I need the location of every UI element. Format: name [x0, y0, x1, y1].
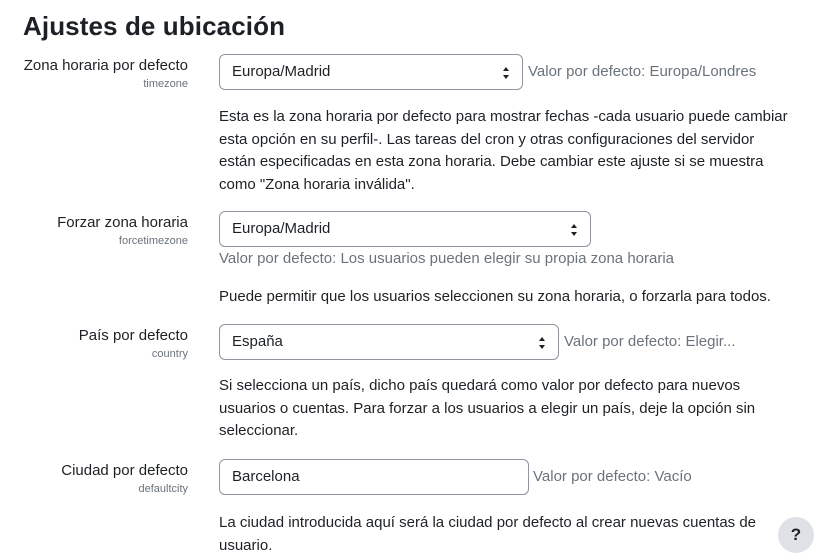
help-button-label: ? [790, 525, 802, 544]
help-button[interactable]: ? [778, 517, 814, 553]
timezone-default: Valor por defecto: Europa/Londres [528, 63, 757, 80]
page-title: Ajustes de ubicación [23, 11, 286, 41]
defaultcity-input[interactable]: Barcelona [219, 459, 529, 495]
defaultcity-input-value: Barcelona [232, 468, 300, 485]
timezone-label: Zona horaria por defecto [23, 57, 188, 74]
country-select-value: España [232, 333, 283, 350]
forcetimezone-select[interactable]: Europa/Madrid [219, 211, 591, 247]
forcetimezone-select-value: Europa/Madrid [232, 220, 331, 237]
country-select[interactable]: España [219, 324, 559, 360]
country-setting-name: country [151, 348, 188, 360]
select-arrows-icon [571, 224, 578, 236]
forcetimezone-setting-name: forcetimezone [118, 235, 188, 247]
forcetimezone-description: Puede permitir que los usuarios seleccio… [219, 288, 771, 305]
forcetimezone-default: Valor por defecto: Los usuarios pueden e… [219, 250, 675, 267]
country-default: Valor por defecto: Elegir... [564, 333, 736, 350]
timezone-select-value: Europa/Madrid [232, 63, 331, 80]
timezone-setting-name: timezone [143, 78, 188, 90]
country-description: Si selecciona un país, dicho país quedar… [219, 377, 756, 439]
forcetimezone-label: Forzar zona horaria [57, 214, 188, 231]
select-arrows-icon [539, 337, 546, 349]
country-label: País por defecto [78, 327, 188, 344]
defaultcity-description: La ciudad introducida aquí será la ciuda… [219, 514, 757, 554]
defaultcity-label: Ciudad por defecto [61, 462, 188, 479]
defaultcity-default: Valor por defecto: Vacío [533, 468, 692, 485]
timezone-select[interactable]: Europa/Madrid [219, 54, 523, 90]
defaultcity-setting-name: defaultcity [138, 483, 188, 495]
select-arrows-icon [503, 67, 510, 79]
timezone-description: Esta es la zona horaria por defecto para… [219, 108, 788, 193]
